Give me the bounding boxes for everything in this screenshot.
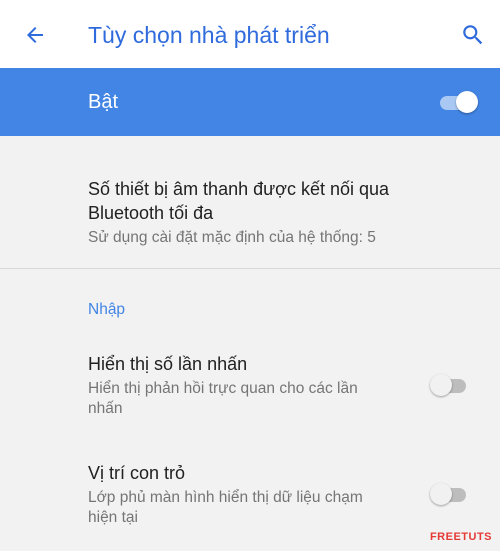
switch-thumb — [456, 91, 478, 113]
setting-summary-continued: hiện tại — [88, 509, 138, 526]
master-switch-bar[interactable]: Bật — [0, 68, 500, 136]
setting-summary-continued: nhấn — [88, 400, 123, 417]
setting-summary: Sử dụng cài đặt mặc định của hệ thống: 5 — [88, 229, 376, 246]
category-title-input: Nhập — [88, 301, 126, 318]
setting-summary: Lớp phủ màn hình hiển thị dữ liệu chạm — [88, 489, 363, 506]
master-switch-toggle[interactable] — [438, 90, 478, 114]
divider — [0, 268, 500, 269]
setting-summary: Hiển thị phản hồi trực quan cho các lần — [88, 380, 358, 397]
master-switch-label: Bật — [88, 91, 119, 113]
back-button[interactable] — [18, 18, 52, 52]
pointer-location-toggle[interactable] — [430, 482, 470, 506]
setting-title-continued: Bluetooth tối đa — [88, 203, 214, 223]
search-icon — [463, 25, 483, 45]
switch-thumb — [430, 374, 452, 396]
switch-thumb — [430, 483, 452, 505]
page-title: Tùy chọn nhà phát triển — [88, 22, 330, 48]
app-bar: Tùy chọn nhà phát triển — [0, 0, 500, 68]
setting-title: Số thiết bị âm thanh được kết nối qua — [88, 179, 390, 199]
arrow-back-icon — [27, 27, 43, 43]
setting-title: Vị trí con trỏ — [88, 463, 186, 483]
show-taps-toggle[interactable] — [430, 373, 470, 397]
setting-title: Hiển thị số lần nhấn — [88, 354, 248, 374]
search-button[interactable] — [456, 18, 490, 52]
watermark-logo: FREETUTS — [429, 531, 492, 543]
